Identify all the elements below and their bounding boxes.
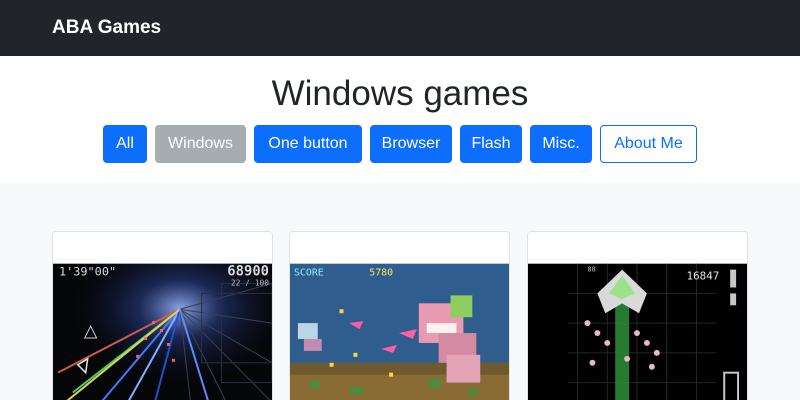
game-screenshot[interactable]: SCORE 5780 xyxy=(290,263,509,400)
game-card[interactable]: SCORE 5780 xyxy=(289,231,510,400)
card-header xyxy=(528,232,747,263)
hud-score-value: 5780 xyxy=(369,268,393,279)
page-title: Windows games xyxy=(271,74,529,113)
game-card[interactable]: 1'39"00" 68900 22 / 100 xyxy=(52,231,273,400)
hud-high-score: 16847 xyxy=(687,270,720,283)
filter-one-button-button[interactable]: One button xyxy=(254,125,362,163)
filter-windows-button[interactable]: Windows xyxy=(155,125,246,163)
card-header xyxy=(53,232,272,263)
game-screenshot[interactable]: 4050 16847 88 xyxy=(528,263,747,400)
filter-all-button[interactable]: All xyxy=(103,125,147,163)
about-me-button[interactable]: About Me xyxy=(600,125,697,163)
hud-stage: 88 xyxy=(587,266,595,274)
game-screenshot[interactable]: 1'39"00" 68900 22 / 100 xyxy=(53,263,272,400)
hud-counter: 22 / 100 xyxy=(231,278,269,287)
page-header: Windows games All Windows One button Bro… xyxy=(0,56,800,183)
card-header xyxy=(290,232,509,263)
navbar: ABA Games xyxy=(0,0,800,56)
hud-score: 68900 xyxy=(227,264,269,280)
hud-score-label: SCORE xyxy=(294,268,324,279)
filter-browser-button[interactable]: Browser xyxy=(370,125,452,163)
filter-misc-button[interactable]: Misc. xyxy=(530,125,592,163)
game-card[interactable]: 4050 16847 88 xyxy=(527,231,748,400)
filter-flash-button[interactable]: Flash xyxy=(460,125,522,163)
hud-time: 1'39"00" xyxy=(59,265,116,279)
brand-link[interactable]: ABA Games xyxy=(52,17,161,39)
